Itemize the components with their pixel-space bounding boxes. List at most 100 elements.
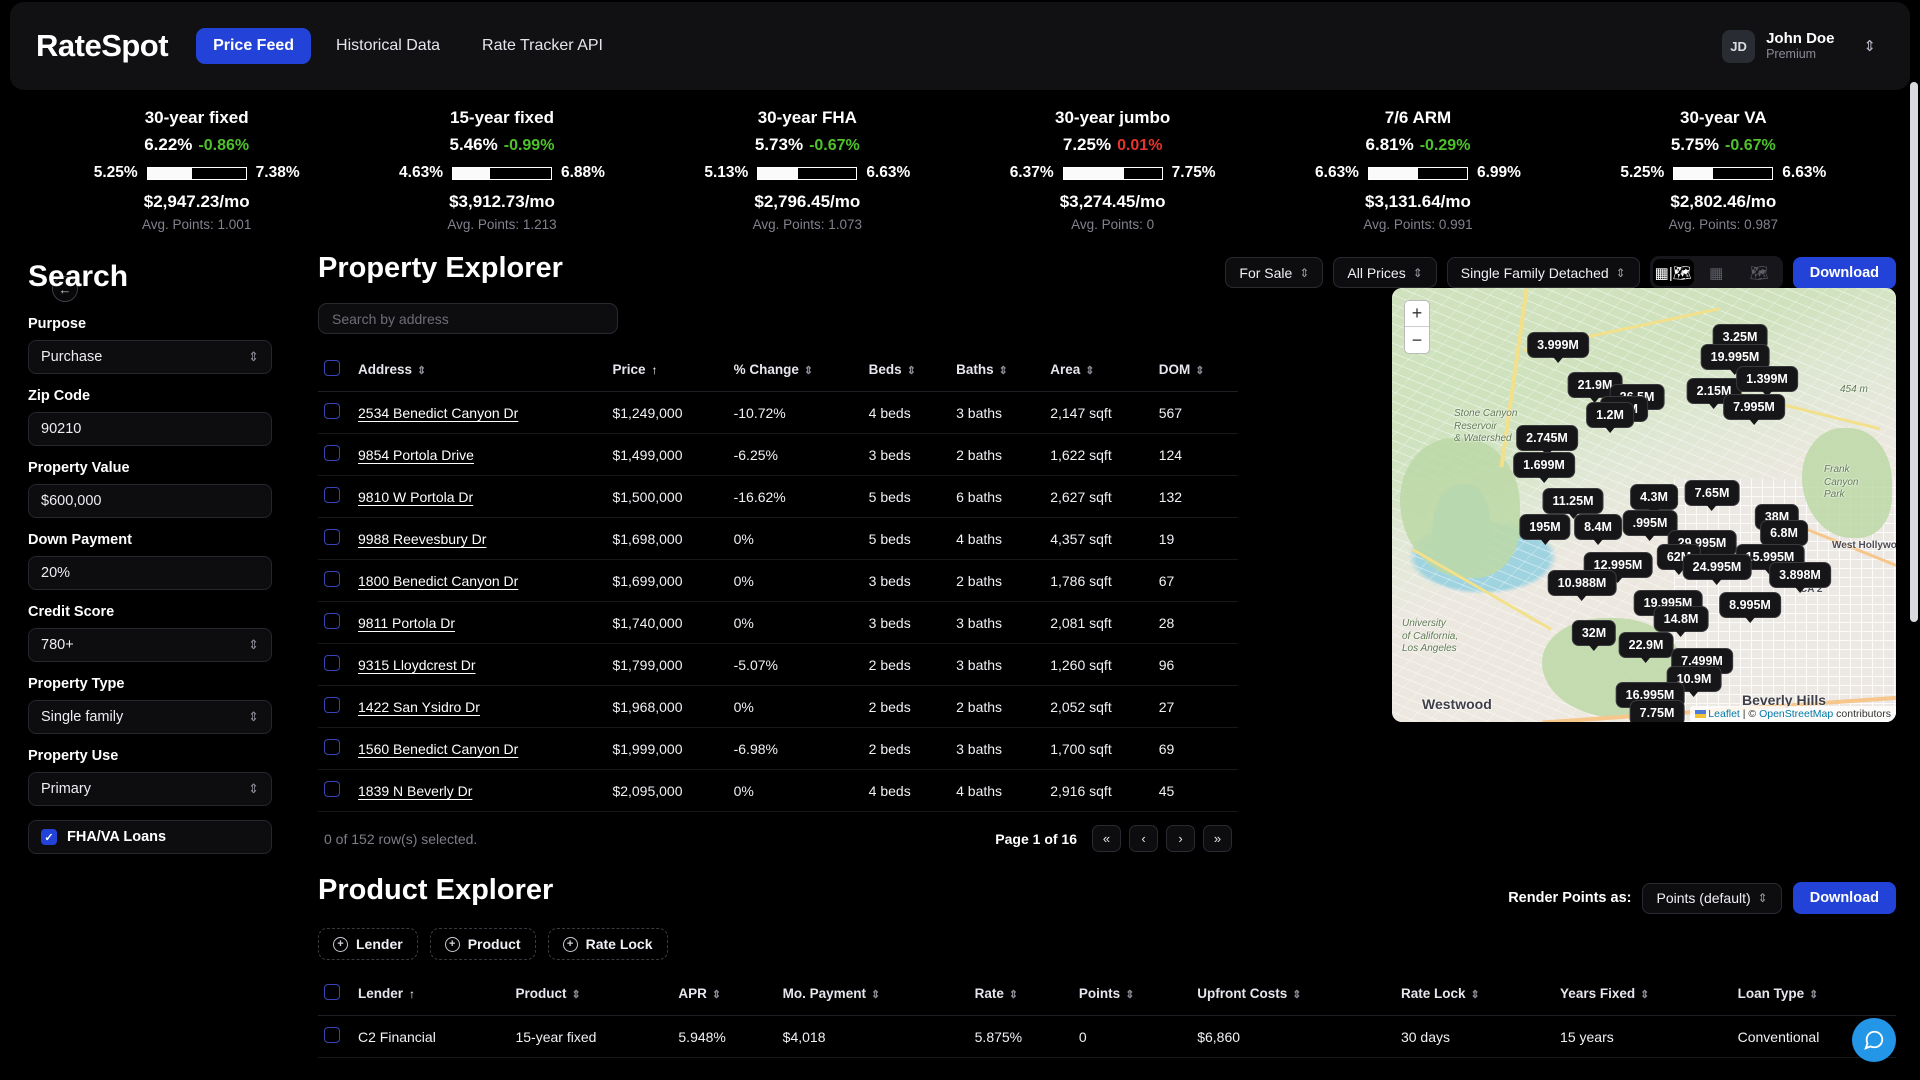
product-column-header-lender[interactable]: Lender ↑ — [352, 976, 510, 1016]
product-column-header-loan-type[interactable]: Loan Type ⇕ — [1731, 976, 1896, 1016]
chip-rate-lock[interactable]: + Rate Lock — [547, 928, 668, 960]
table-row[interactable]: 9854 Portola Drive $1,499,000 -6.25% 3 beds… — [318, 433, 1238, 476]
field-control[interactable]: Purchase ⇕ — [28, 340, 272, 374]
filter-all-prices[interactable]: All Prices ⇕ — [1333, 257, 1437, 288]
rate-card-5[interactable]: 30-year VA 5.75% -0.67% 5.25% 6.63% $2,802.46… — [1571, 96, 1876, 244]
brand-logo[interactable]: RateSpot — [36, 28, 169, 64]
cell-address[interactable]: 9854 Portola Drive — [352, 433, 607, 476]
page-scrollbar[interactable] — [1910, 82, 1918, 622]
view-mode-table-icon[interactable]: ▦ — [1696, 259, 1737, 286]
cell-address[interactable]: 9315 Lloydcrest Dr — [352, 643, 607, 686]
table-row[interactable]: 1560 Benedict Canyon Dr $1,999,000 -6.98% 2… — [318, 727, 1238, 770]
table-row[interactable]: 9315 Lloydcrest Dr $1,799,000 -5.07% 2 beds… — [318, 643, 1238, 686]
cell-address[interactable]: 9811 Portola Dr — [352, 601, 607, 644]
column-header-address[interactable]: Address ⇕ — [352, 352, 607, 392]
product-column-header-product[interactable]: Product ⇕ — [509, 976, 673, 1016]
map-price-marker[interactable]: 7.65M — [1684, 480, 1740, 511]
row-checkbox-cell[interactable] — [318, 769, 352, 812]
filter-property-type[interactable]: Single Family Detached ⇕ — [1446, 257, 1640, 288]
map-price-marker[interactable]: 11.25M — [1542, 488, 1604, 519]
view-mode-map-icon[interactable]: 🗺 — [1739, 259, 1780, 286]
cell-address[interactable]: 1800 Benedict Canyon Dr — [352, 559, 607, 602]
row-checkbox-cell[interactable] — [318, 475, 352, 518]
column-header-baths[interactable]: Baths ⇕ — [950, 352, 1045, 392]
row-checkbox-cell[interactable] — [318, 559, 352, 602]
map-price-marker[interactable]: 8.4M — [1574, 514, 1622, 545]
view-mode-table-map-icon[interactable]: ▦|🗺 — [1652, 259, 1694, 286]
map-price-marker[interactable]: 10.988M — [1547, 570, 1617, 601]
leaflet-link[interactable]: Leaflet — [1708, 708, 1740, 720]
cell-address[interactable]: 1560 Benedict Canyon Dr — [352, 727, 607, 770]
table-row[interactable]: 9811 Portola Dr $1,740,000 0% 3 beds 3 baths… — [318, 601, 1238, 644]
field-control[interactable]: 780+ ⇕ — [28, 628, 272, 662]
address-link[interactable]: 1800 Benedict Canyon Dr — [358, 573, 518, 589]
fha-va-loans-checkbox-row[interactable]: ✓ FHA/VA Loans — [28, 820, 272, 854]
product-column-header-upfront-costs[interactable]: Upfront Costs ⇕ — [1191, 976, 1395, 1016]
row-checkbox-cell[interactable] — [318, 517, 352, 560]
nav-item-price-feed[interactable]: Price Feed — [196, 28, 312, 64]
product-column-header-points[interactable]: Points ⇕ — [1072, 976, 1192, 1016]
checkbox-icon[interactable] — [324, 445, 340, 461]
chip-lender[interactable]: + Lender — [318, 928, 418, 960]
checkbox-icon[interactable] — [324, 984, 340, 1000]
table-row[interactable]: 1422 San Ysidro Dr $1,968,000 0% 2 beds 2 ba… — [318, 685, 1238, 728]
cell-address[interactable]: 9810 W Portola Dr — [352, 475, 607, 518]
product-table-row[interactable]: C2 Financial 15-year fixed 5.948% $4,018 5.8… — [318, 1015, 1896, 1058]
product-column-header-years-fixed[interactable]: Years Fixed ⇕ — [1554, 976, 1732, 1016]
product-column-header-rate[interactable]: Rate ⇕ — [968, 976, 1073, 1016]
rate-card-3[interactable]: 30-year jumbo 7.25% 0.01% 6.37% 7.75% $3,274.… — [960, 96, 1265, 244]
map-price-marker[interactable]: 14.8M — [1653, 606, 1709, 637]
table-row[interactable]: 1800 Benedict Canyon Dr $1,699,000 0% 3 bed… — [318, 559, 1238, 602]
map-price-marker[interactable]: 7.75M — [1629, 700, 1685, 722]
column-header-dom[interactable]: DOM ⇕ — [1152, 352, 1238, 392]
map-zoom-out-button[interactable]: − — [1405, 327, 1429, 353]
address-search-box[interactable] — [318, 303, 618, 334]
map-price-marker[interactable]: 7.995M — [1723, 394, 1785, 425]
property-map[interactable]: + − Stone Canyon Reservoir & Watershed Fr… — [1392, 288, 1896, 722]
address-link[interactable]: 1422 San Ysidro Dr — [358, 699, 480, 715]
rate-card-4[interactable]: 7/6 ARM 6.81% -0.29% 6.63% 6.99% $3,131.64/mo… — [1265, 96, 1570, 244]
product-column-header-apr[interactable]: APR ⇕ — [672, 976, 777, 1016]
field-control[interactable]: 20% — [28, 556, 272, 590]
pagination-next-button[interactable]: › — [1166, 825, 1195, 852]
row-checkbox-cell[interactable] — [318, 433, 352, 476]
checkbox-icon[interactable] — [324, 697, 340, 713]
column-header-price[interactable]: Price ↑ — [606, 352, 728, 392]
product-row-checkbox-cell[interactable] — [318, 1015, 352, 1058]
map-price-marker[interactable]: 22.9M — [1618, 632, 1674, 663]
map-price-marker[interactable]: 8.995M — [1719, 592, 1781, 623]
table-row[interactable]: 9988 Reevesbury Dr $1,698,000 0% 5 beds 4 ba… — [318, 517, 1238, 560]
map-price-marker[interactable]: 1.399M — [1736, 366, 1798, 397]
chip-product[interactable]: + Product — [429, 928, 536, 960]
address-link[interactable]: 1560 Benedict Canyon Dr — [358, 741, 518, 757]
checkbox-icon[interactable] — [324, 403, 340, 419]
address-link[interactable]: 2534 Benedict Canyon Dr — [358, 405, 518, 421]
rate-card-1[interactable]: 15-year fixed 5.46% -0.99% 4.63% 6.88% $3,912… — [349, 96, 654, 244]
filter-for-sale[interactable]: For Sale ⇕ — [1225, 257, 1324, 288]
user-menu[interactable]: JD John Doe Premium ⇕ — [1722, 29, 1884, 63]
checkbox-icon[interactable] — [324, 655, 340, 671]
row-checkbox-cell[interactable] — [318, 685, 352, 728]
checkbox-icon[interactable] — [324, 739, 340, 755]
product-download-button[interactable]: Download — [1792, 882, 1896, 914]
row-checkbox-cell[interactable] — [318, 643, 352, 686]
map-price-marker[interactable]: 32M — [1571, 620, 1617, 651]
search-input[interactable] — [332, 310, 604, 327]
map-price-marker[interactable]: 2.745M — [1516, 425, 1578, 456]
product-column-header-rate-lock[interactable]: Rate Lock ⇕ — [1394, 976, 1555, 1016]
address-link[interactable]: 9810 W Portola Dr — [358, 489, 473, 505]
pagination-last-button[interactable]: » — [1203, 825, 1232, 852]
address-link[interactable]: 1839 N Beverly Dr — [358, 783, 472, 799]
table-row[interactable]: 9810 W Portola Dr $1,500,000 -16.62% 5 beds… — [318, 475, 1238, 518]
map-price-marker[interactable]: 24.995M — [1682, 554, 1752, 585]
cell-address[interactable]: 1422 San Ysidro Dr — [352, 685, 607, 728]
openstreetmap-link[interactable]: OpenStreetMap — [1759, 708, 1833, 720]
field-control[interactable]: Single family ⇕ — [28, 700, 272, 734]
nav-item-rate-tracker-api[interactable]: Rate Tracker API — [465, 28, 620, 64]
address-link[interactable]: 9811 Portola Dr — [358, 615, 455, 631]
nav-item-historical-data[interactable]: Historical Data — [319, 28, 457, 64]
render-points-select[interactable]: Points (default) ⇕ — [1642, 882, 1782, 914]
property-download-button[interactable]: Download — [1792, 256, 1896, 289]
checkbox-icon[interactable] — [324, 781, 340, 797]
column-header-beds[interactable]: Beds ⇕ — [862, 352, 951, 392]
